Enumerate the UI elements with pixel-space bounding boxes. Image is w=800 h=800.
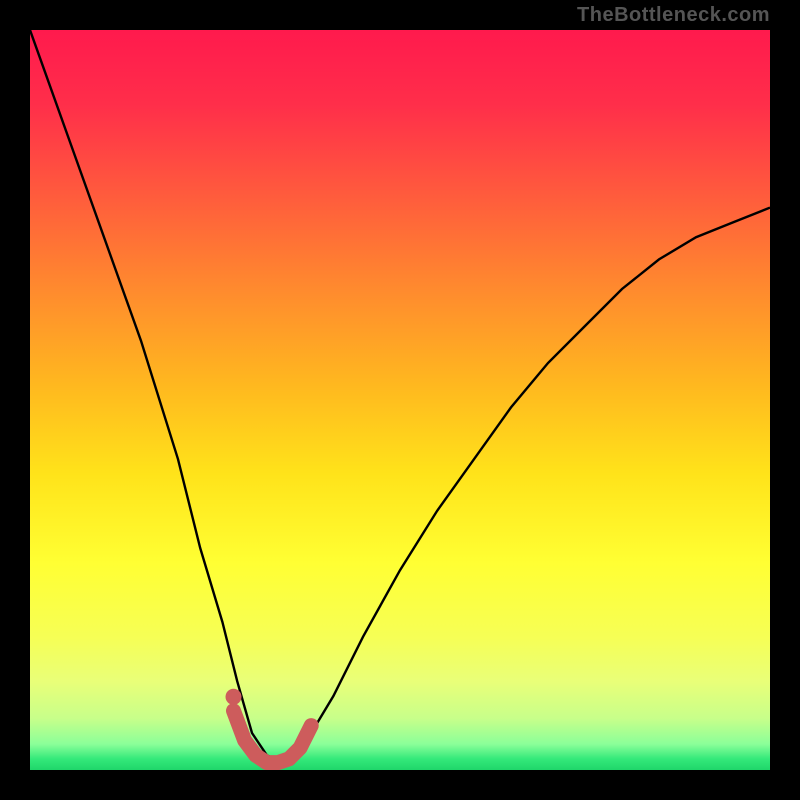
optimal-range-endpoint-icon [226, 689, 242, 705]
watermark-text: TheBottleneck.com [577, 4, 770, 27]
plot-area [30, 30, 770, 770]
bottleneck-curve [30, 30, 770, 763]
optimal-range-curve [234, 711, 312, 763]
curve-layer [30, 30, 770, 770]
